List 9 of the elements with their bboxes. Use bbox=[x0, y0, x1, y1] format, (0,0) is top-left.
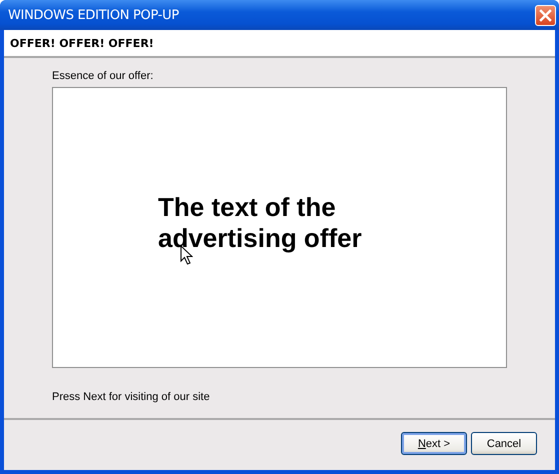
close-button[interactable] bbox=[535, 4, 556, 26]
hint-text: Press Next for visiting of our site bbox=[52, 391, 210, 403]
offer-text: The text of the advertising offer bbox=[158, 192, 363, 254]
dialog-button[interactable]: Cancel bbox=[471, 432, 537, 455]
page-heading: OFFER! OFFER! OFFER! bbox=[10, 36, 154, 50]
offer-label: Essence of our offer: bbox=[52, 70, 154, 82]
close-icon bbox=[539, 8, 552, 22]
dialog-button[interactable]: Next > bbox=[401, 432, 467, 455]
window-title: WINDOWS EDITION POP-UP bbox=[8, 8, 179, 22]
